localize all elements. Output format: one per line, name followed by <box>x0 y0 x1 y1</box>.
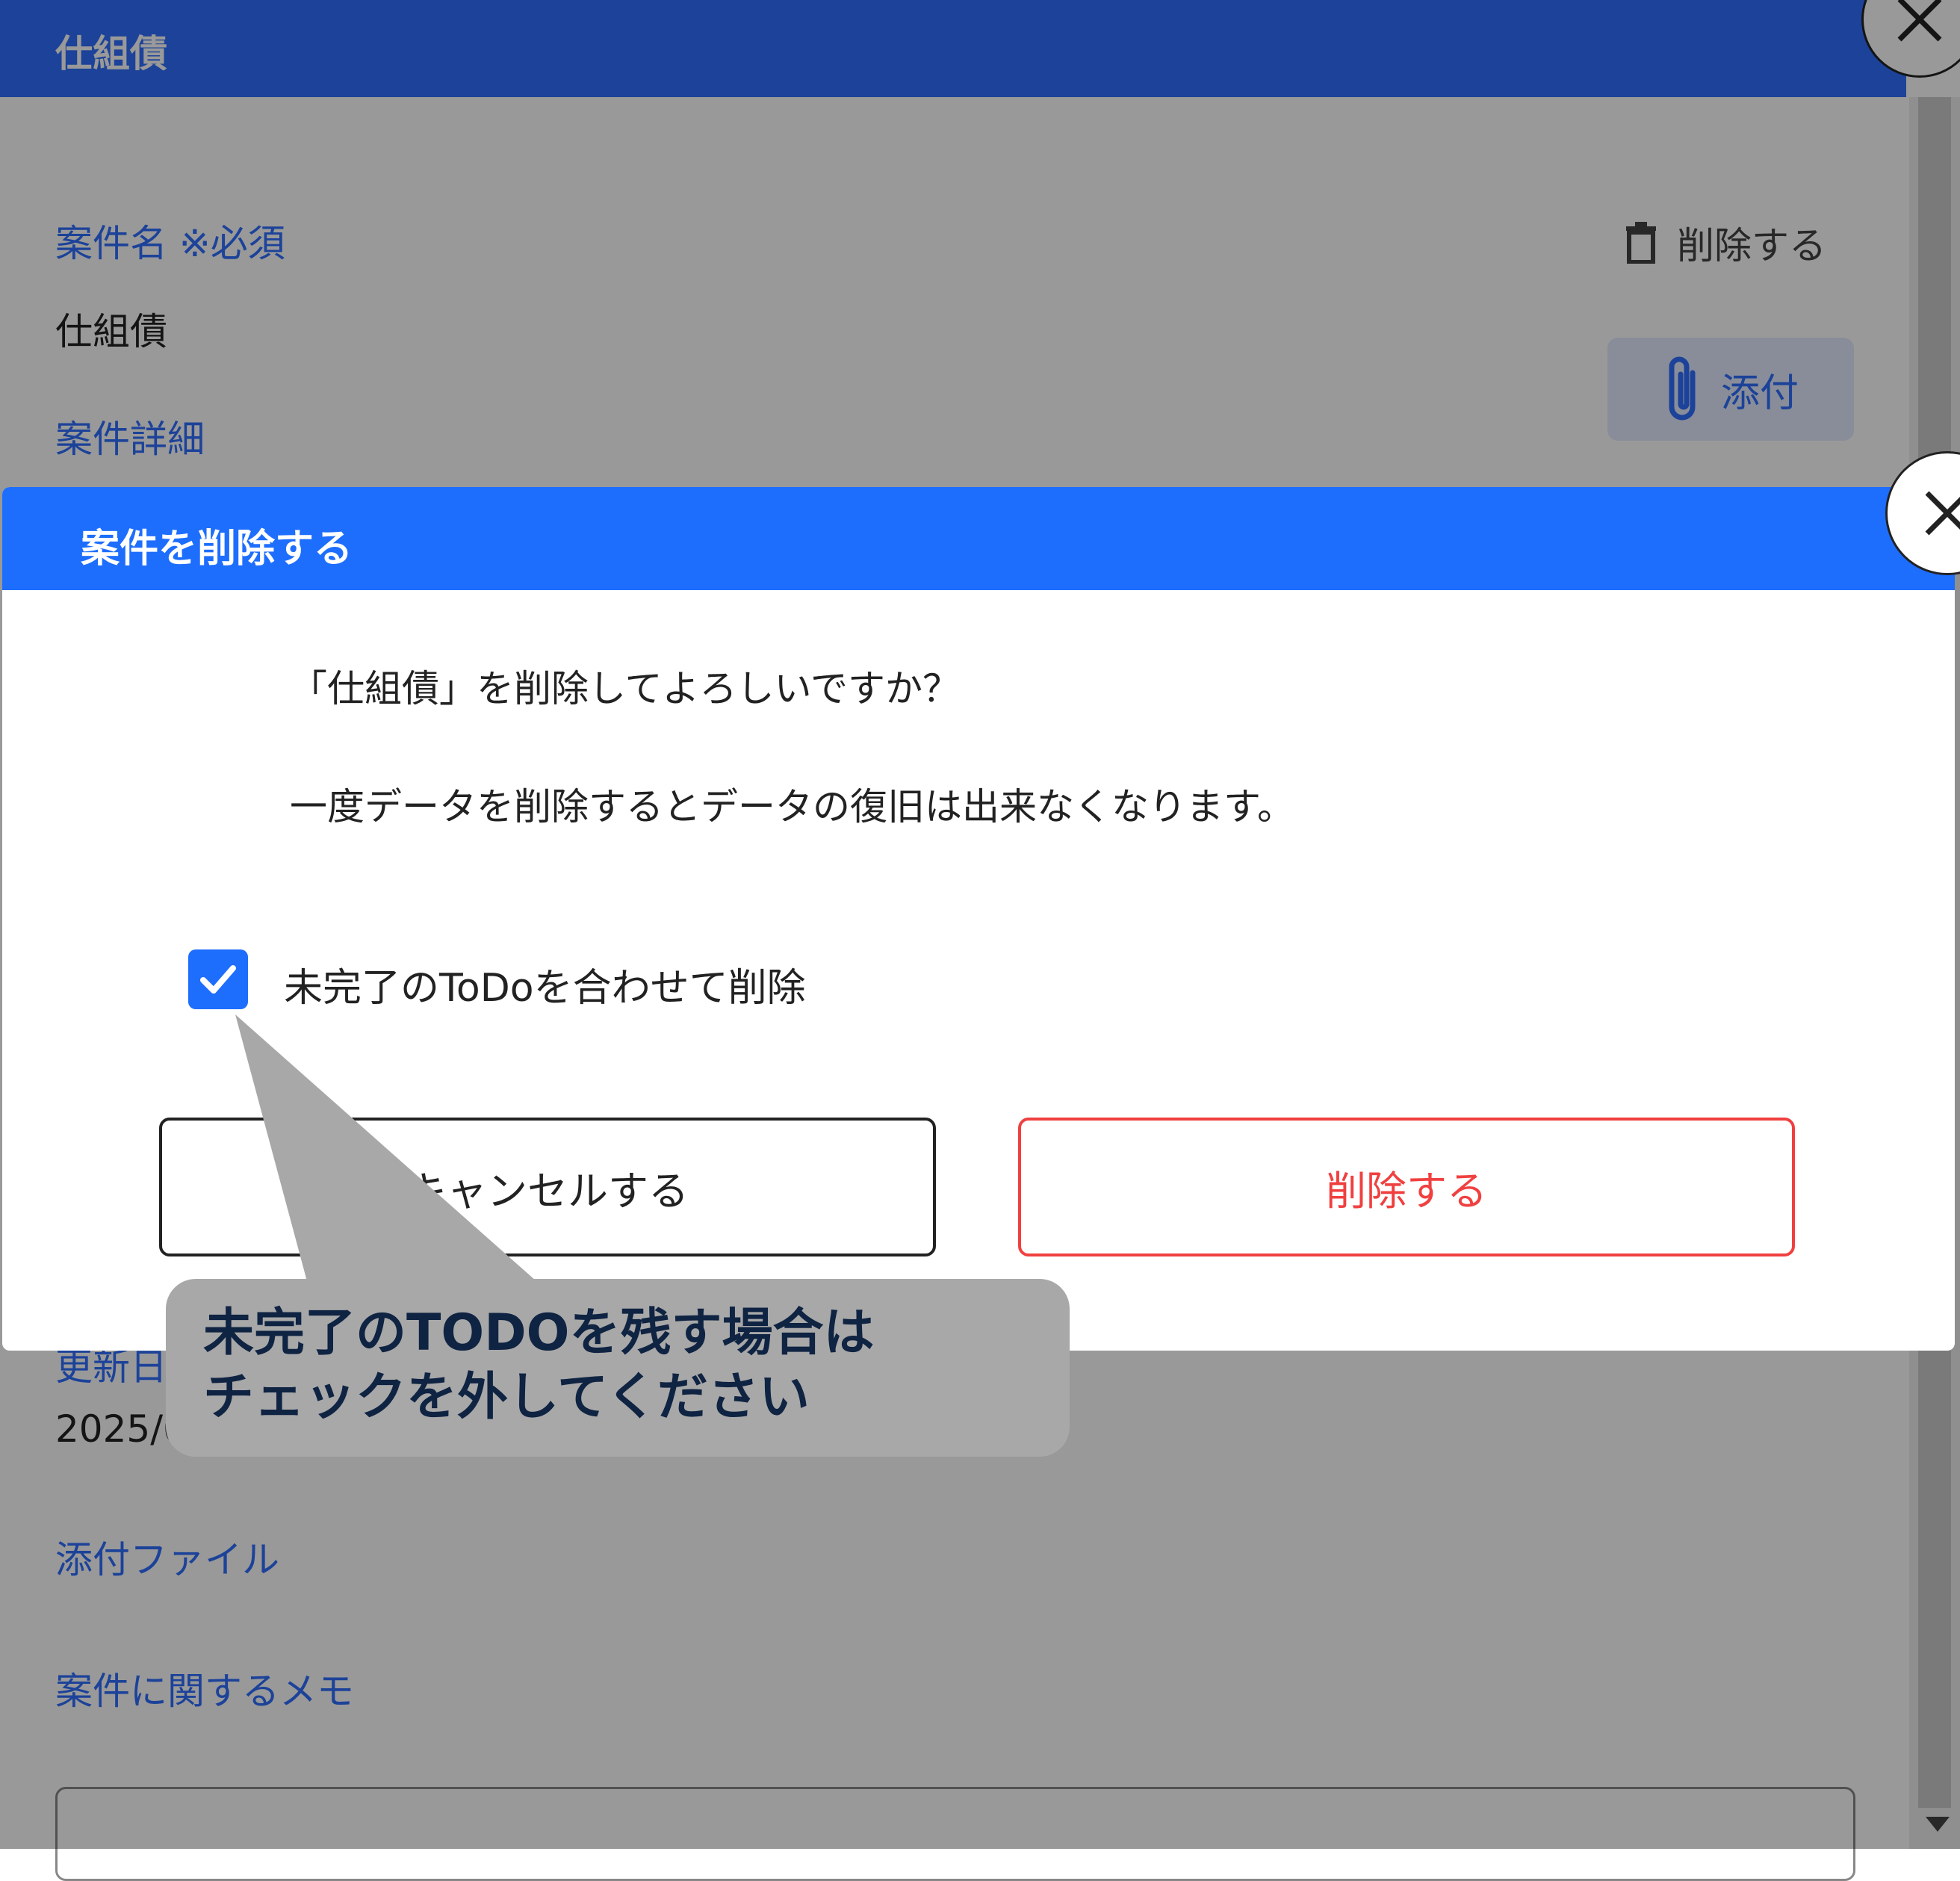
callout-line-1: 未完了のTODOを残す場合は <box>203 1304 875 1363</box>
callout-line-2: チェックを外してください <box>203 1368 810 1427</box>
callout-pointer <box>235 1014 549 1292</box>
annotation-callout: 未完了のTODOを残す場合は チェックを外してください <box>166 1279 1070 1457</box>
